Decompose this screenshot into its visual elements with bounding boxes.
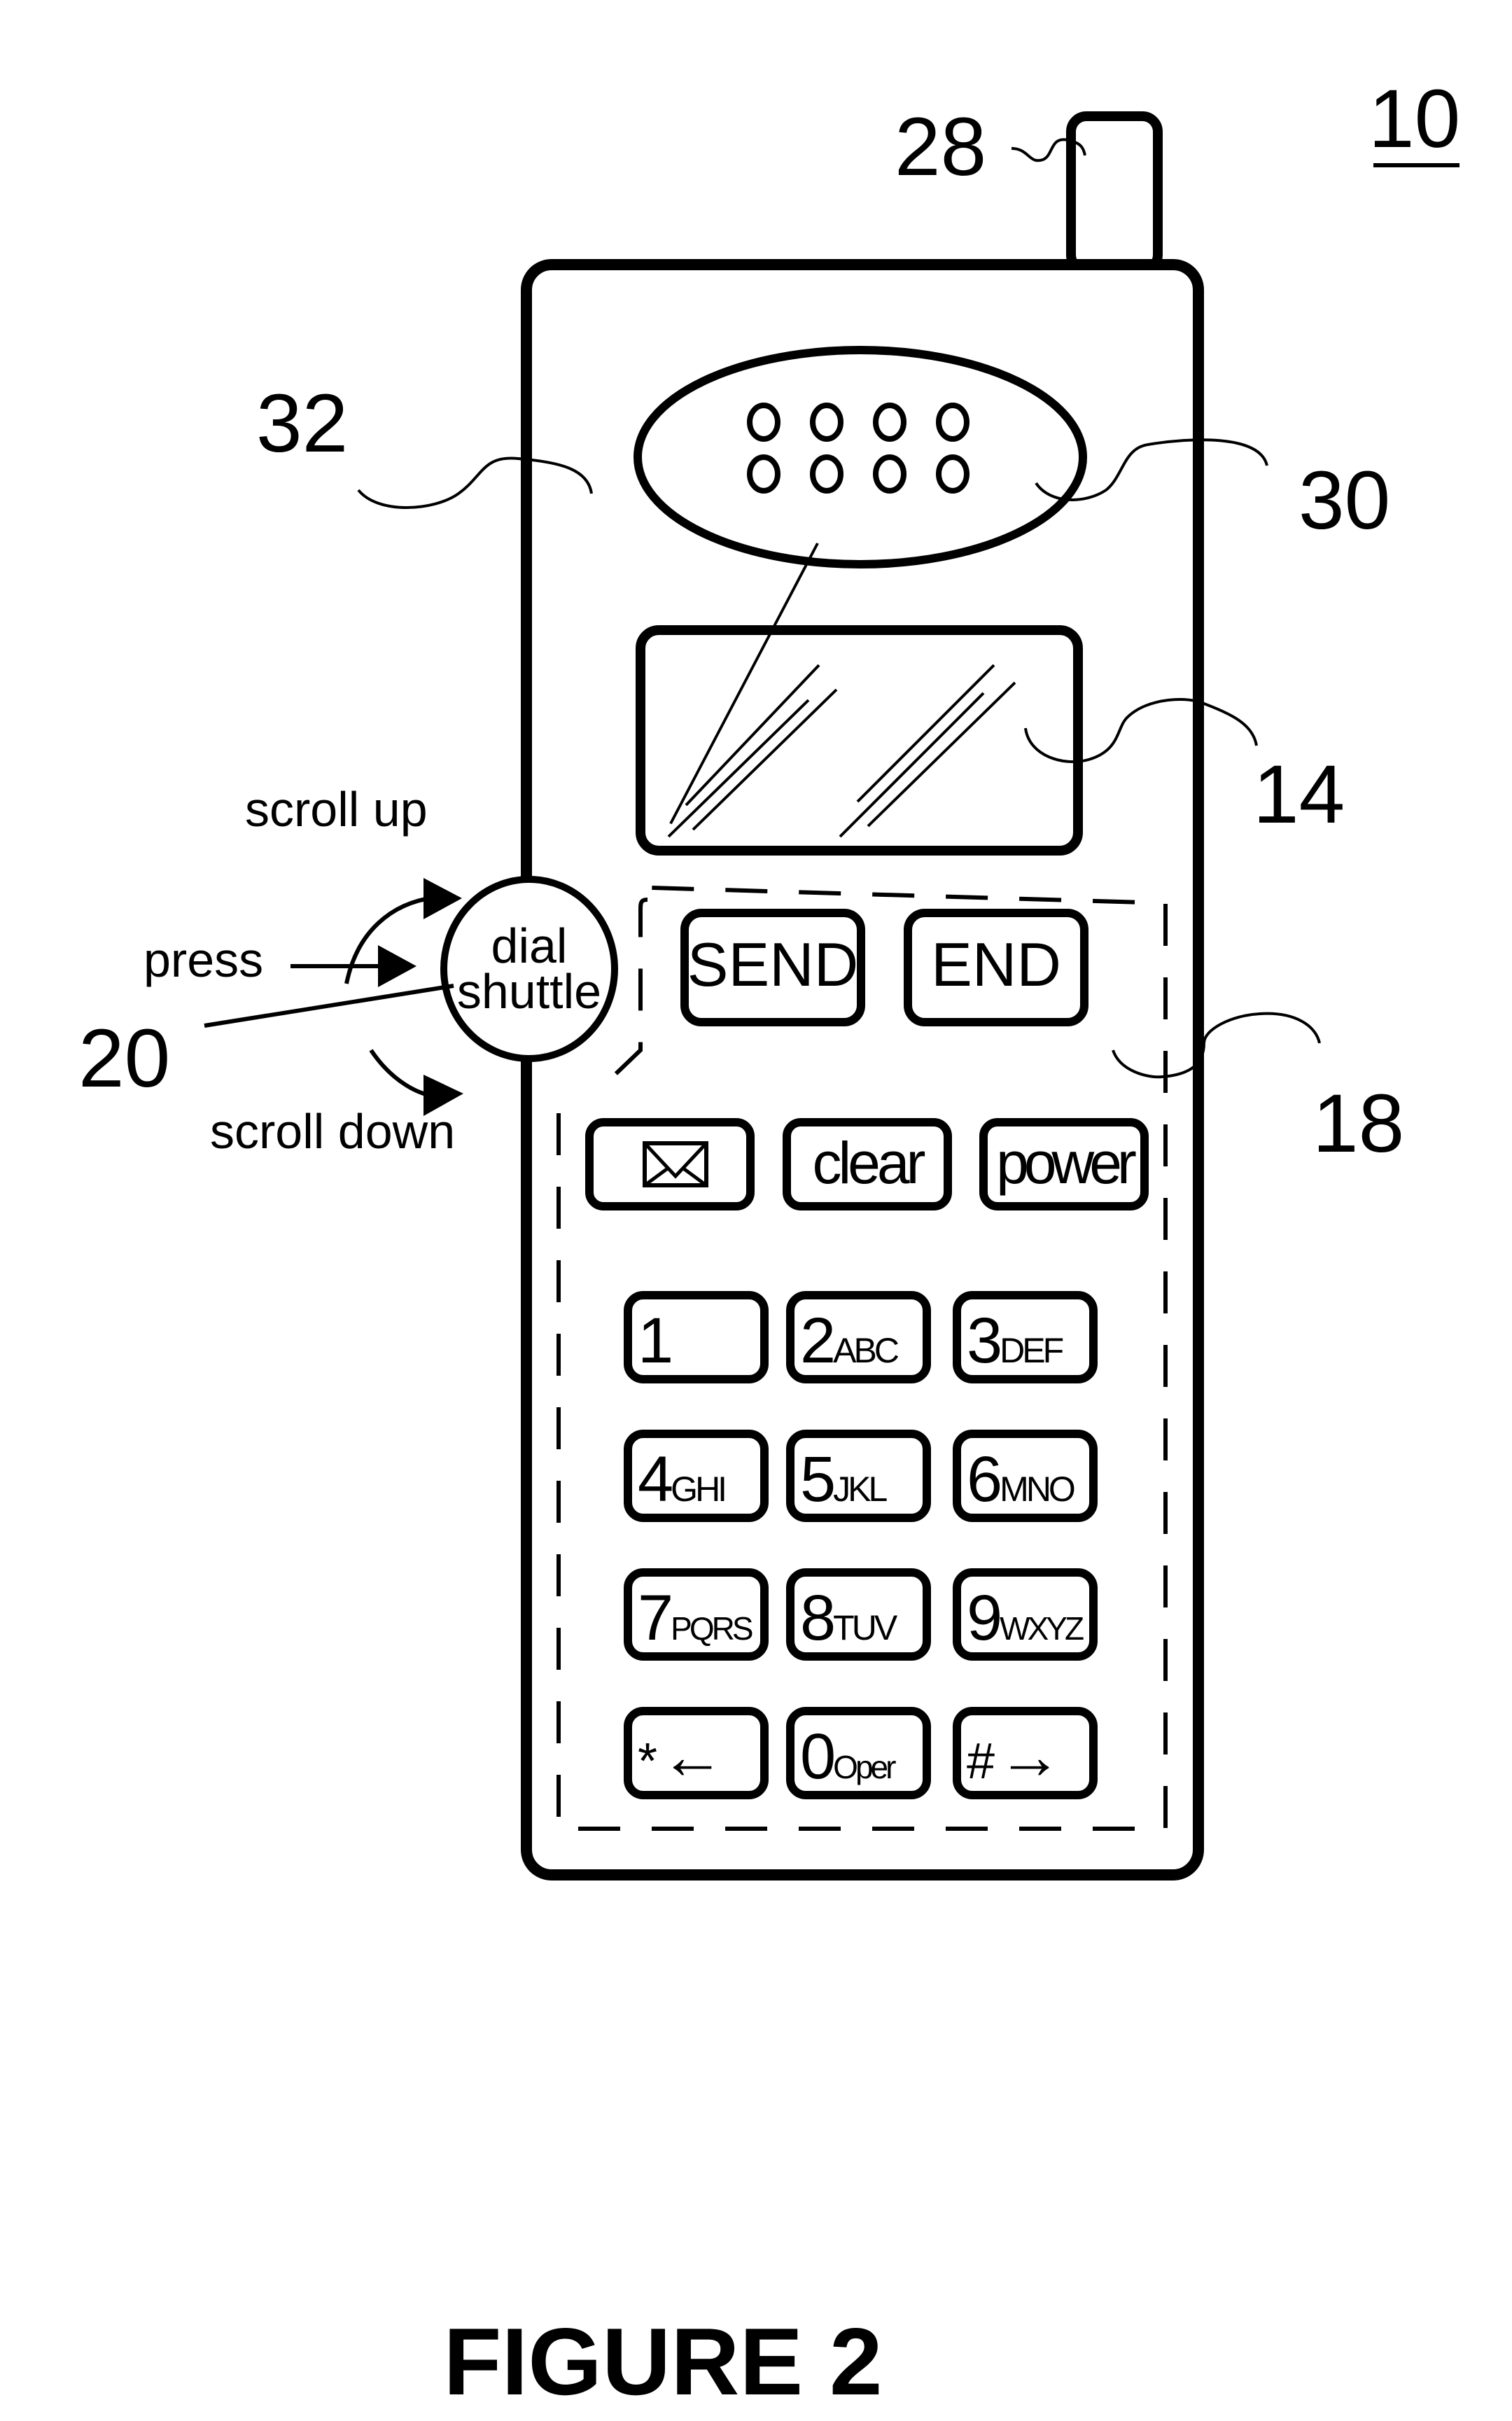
housing-ref-label: 32	[256, 377, 348, 470]
power-key[interactable]: power	[979, 1118, 1149, 1210]
keypad-key-0[interactable]: 0Oper	[786, 1707, 931, 1799]
keypad-key-letters: WXYZ	[1000, 1610, 1084, 1647]
keypad-key-letters: JKL	[833, 1470, 887, 1509]
scroll-up-arrowhead-icon	[424, 878, 462, 919]
phone-patent-figure: 10 28 32 30 14 18 dial shuttle scroll up…	[78, 73, 1460, 2415]
keypad-key-letters: TUV	[833, 1608, 898, 1647]
display-ref-label: 14	[1253, 748, 1345, 841]
keypad-key-letters: ABC	[833, 1331, 899, 1370]
keypad-key-letters: Oper	[833, 1749, 896, 1785]
keypad-key-1[interactable]: 1	[624, 1291, 769, 1383]
keypad-key-7[interactable]: 7PQRS	[624, 1568, 769, 1661]
keypad-key-8[interactable]: 8TUV	[786, 1568, 931, 1661]
keypad-key-9[interactable]: 9WXYZ	[953, 1568, 1098, 1661]
keypad-key-letters: →	[997, 1721, 1059, 1792]
send-key[interactable]: SEND	[680, 909, 865, 1026]
end-key-label: END	[931, 930, 1061, 999]
keypad-key-digit: 1	[638, 1305, 671, 1376]
message-key-outline[interactable]	[585, 1118, 755, 1210]
keypad-key-letters: DEF	[1000, 1331, 1063, 1370]
keypad-key-letters: GHI	[671, 1470, 724, 1509]
keypad-key-letters: PQRS	[671, 1610, 752, 1647]
dial-shuttle-label-line2: shuttle	[457, 964, 601, 1019]
message-key[interactable]	[585, 1118, 755, 1210]
keypad-key-2[interactable]: 2ABC	[786, 1291, 931, 1383]
dial-shuttle-leader-line	[204, 984, 454, 1028]
keypad-ref-label: 18	[1312, 1077, 1404, 1170]
clear-key[interactable]: clear	[783, 1118, 952, 1210]
figure-title: FIGURE 2	[443, 2308, 882, 2415]
antenna	[1066, 111, 1163, 275]
keypad-key-5[interactable]: 5JKL	[786, 1430, 931, 1522]
keypad-key-6[interactable]: 6MNO	[953, 1430, 1098, 1522]
keypad-key-pound[interactable]: #→	[953, 1707, 1098, 1799]
press-label: press	[144, 933, 263, 987]
antenna-ref-label: 28	[895, 101, 986, 193]
scroll-up-label: scroll up	[245, 782, 428, 837]
scroll-down-label: scroll down	[210, 1104, 455, 1159]
power-key-label: power	[996, 1130, 1136, 1196]
keypad-key-letters: MNO	[1000, 1470, 1074, 1509]
keypad-key-4[interactable]: 4GHI	[624, 1430, 769, 1522]
keypad-key-star[interactable]: *←	[624, 1707, 769, 1799]
clear-key-label: clear	[812, 1130, 925, 1196]
press-arrowhead-icon	[378, 945, 416, 987]
dial-shuttle-ref-label: 20	[78, 1012, 170, 1105]
speaker-grille	[634, 346, 1087, 568]
keypad-key-3[interactable]: 3DEF	[953, 1291, 1098, 1383]
send-key-label: SEND	[687, 930, 859, 999]
speaker-ref-label: 30	[1298, 454, 1390, 547]
device-ref-label: 10	[1368, 73, 1460, 165]
end-key[interactable]: END	[904, 909, 1088, 1026]
keypad-key-letters: ←	[660, 1721, 722, 1792]
